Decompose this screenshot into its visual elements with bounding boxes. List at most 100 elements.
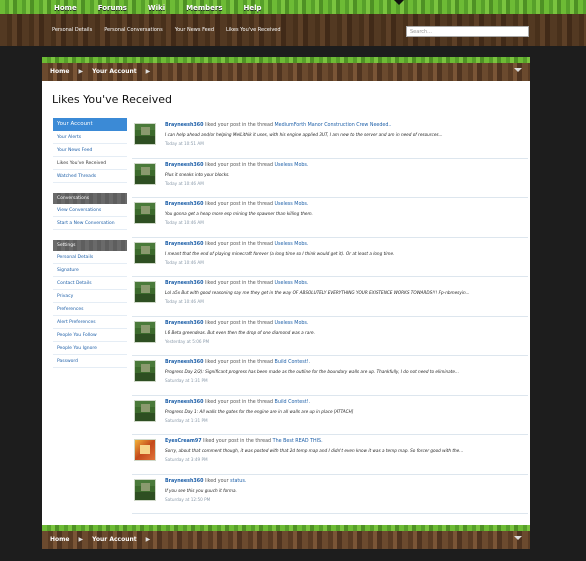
sidebar-item-people-you-follow[interactable]: People You Follow	[53, 329, 127, 342]
list-item: Brayneesh360 liked your post in the thre…	[132, 198, 528, 238]
like-timestamp: Saturday at 3:49 PM	[165, 457, 208, 462]
like-summary: Brayneesh360 liked your post in the thre…	[165, 123, 391, 128]
thread-link[interactable]: Build Contest!.	[275, 360, 311, 365]
subnav-news-feed[interactable]: Your News Feed	[175, 27, 214, 33]
thread-link[interactable]: MediumForth Manor Construction Crew Need…	[275, 123, 392, 128]
post-snippet: Lol a5x But with good reasoning say me t…	[165, 290, 470, 295]
like-summary: Brayneesh360 liked your post in the thre…	[165, 281, 308, 286]
post-snippet: I can help ahead and/or helping MelLithi…	[165, 132, 443, 137]
jump-menu-icon[interactable]	[514, 68, 522, 72]
breadcrumb-arrow-icon: ▶	[145, 68, 151, 75]
post-snippet: Progress Day 1: All walls the gates for …	[165, 408, 354, 414]
subnav-personal-details[interactable]: Personal Details	[52, 27, 92, 33]
sidebar-item-view-conversations[interactable]: View Conversations	[53, 204, 127, 217]
like-timestamp: Today at 10:46 AM	[165, 259, 204, 265]
post-snippet: You gonna get a heap more esp mining the…	[165, 211, 313, 216]
liker-username[interactable]: Brayneesh360	[165, 281, 203, 286]
avatar[interactable]	[134, 202, 156, 224]
sidebar-header-settings: Settings	[53, 240, 127, 251]
list-item: EyesCream97 liked your post in the threa…	[132, 435, 528, 475]
breadcrumb-your-account[interactable]: Your Account	[92, 536, 137, 543]
likes-feed: Brayneesh360 liked your post in the thre…	[132, 119, 528, 514]
main-panel: Home ▶ Your Account ▶ Likes You've Recei…	[42, 57, 530, 549]
like-action-text: liked your post in the thread	[204, 123, 273, 128]
sidebar-item-watched-threads[interactable]: Watched Threads	[53, 170, 127, 183]
sidebar-item-alerts[interactable]: Your Alerts	[53, 131, 127, 144]
liker-username[interactable]: Brayneesh360	[165, 400, 203, 405]
liker-username[interactable]: Brayneesh360	[165, 479, 203, 484]
liker-username[interactable]: Brayneesh360	[165, 321, 203, 326]
liker-username[interactable]: Brayneesh360	[165, 242, 203, 247]
like-timestamp: Yesterday at 5:06 PM	[165, 338, 210, 344]
avatar[interactable]	[134, 478, 156, 501]
sidebar-item-signature[interactable]: Signature	[53, 264, 127, 277]
avatar[interactable]	[134, 439, 156, 461]
list-item: Brayneesh360 liked your post in the thre…	[132, 317, 528, 356]
liker-username[interactable]: Brayneesh360	[165, 123, 203, 128]
sidebar-item-people-you-ignore[interactable]: People You Ignore	[53, 342, 127, 355]
nav-help[interactable]: Help	[244, 4, 262, 12]
liker-username[interactable]: Brayneesh360	[165, 163, 203, 168]
nav-wiki[interactable]: Wiki	[148, 4, 165, 12]
liker-username[interactable]: Brayneesh360	[165, 202, 203, 207]
thread-link[interactable]: Useless Mobs.	[275, 163, 309, 168]
breadcrumb-bar-bottom: Home ▶ Your Account ▶	[42, 525, 530, 549]
avatar[interactable]	[134, 399, 156, 422]
thread-link[interactable]: Useless Mobs.	[275, 202, 309, 207]
avatar[interactable]	[134, 360, 156, 382]
avatar[interactable]	[134, 320, 156, 343]
breadcrumb-arrow-icon: ▶	[78, 68, 84, 75]
sidebar-item-personal-details[interactable]: Personal Details	[53, 251, 127, 264]
post-snippet: Sorry, about that comment though, it was…	[165, 448, 464, 453]
like-action-text: liked your post in the thread	[204, 162, 273, 168]
list-item: Brayneesh360 liked your post in the thre…	[132, 238, 528, 277]
sidebar-item-start-conversation[interactable]: Start a New Conversation	[53, 217, 127, 230]
sidebar-item-news-feed[interactable]: Your News Feed	[53, 144, 127, 157]
post-snippet: If you see this you guuch it forma.	[165, 487, 237, 493]
breadcrumb-your-account[interactable]: Your Account	[92, 68, 137, 75]
sidebar-item-contact-details[interactable]: Contact Details	[53, 277, 127, 290]
subnav-personal-conversations[interactable]: Personal Conversations	[104, 27, 163, 33]
like-action-text: liked your	[204, 478, 229, 484]
account-sidebar: Your Account Your Alerts Your News Feed …	[53, 118, 127, 368]
avatar[interactable]	[134, 281, 156, 303]
thread-link[interactable]: Useless Mobs.	[275, 281, 309, 286]
thread-link[interactable]: The Best READ THIS.	[273, 439, 323, 444]
sidebar-item-likes-received[interactable]: Likes You've Received	[53, 157, 127, 170]
thread-link[interactable]: Useless Mobs.	[275, 242, 309, 247]
avatar[interactable]	[134, 162, 156, 185]
subnav-likes-received[interactable]: Likes You've Received	[226, 27, 281, 33]
breadcrumb: Home ▶ Your Account ▶	[50, 68, 159, 75]
thread-link[interactable]: Useless Mobs.	[275, 321, 309, 326]
sidebar-item-privacy[interactable]: Privacy	[53, 290, 127, 303]
breadcrumb-bar-top: Home ▶ Your Account ▶	[42, 57, 530, 81]
nav-members[interactable]: Members	[186, 4, 222, 12]
header-notch-icon	[394, 0, 404, 5]
nav-home[interactable]: Home	[54, 4, 77, 12]
breadcrumb-home[interactable]: Home	[50, 68, 69, 75]
like-action-text: liked your post in the thread	[204, 360, 273, 365]
sidebar-item-password[interactable]: Password	[53, 355, 127, 368]
breadcrumb-arrow-icon: ▶	[78, 536, 84, 543]
liker-username[interactable]: Brayneesh360	[165, 360, 203, 365]
like-summary: Brayneesh360 liked your status.	[165, 479, 246, 484]
post-snippet: I.6 Beta greendeas. But even then the dr…	[165, 329, 315, 335]
sidebar-item-alert-preferences[interactable]: Alert Preferences	[53, 316, 127, 329]
thread-link[interactable]: Build Contest!.	[275, 400, 311, 405]
like-summary: Brayneesh360 liked your post in the thre…	[165, 242, 308, 247]
search-input[interactable]: Search...	[406, 26, 529, 37]
thread-link[interactable]: status.	[230, 479, 246, 484]
nav-forums[interactable]: Forums	[98, 4, 127, 12]
list-item: Brayneesh360 liked your post in the thre…	[132, 159, 528, 198]
sidebar-item-preferences[interactable]: Preferences	[53, 303, 127, 316]
post-snippet: I meant that the end of playing minecraf…	[165, 250, 395, 256]
top-navigation: Home Forums Wiki Members Help	[54, 4, 283, 12]
like-action-text: liked your post in the thread	[204, 241, 273, 247]
liker-username[interactable]: EyesCream97	[165, 439, 202, 444]
sidebar-header-your-account[interactable]: Your Account	[53, 118, 127, 131]
avatar[interactable]	[134, 123, 156, 145]
post-snippet: Progress Day 2/2): Significant progress …	[165, 369, 459, 374]
breadcrumb-home[interactable]: Home	[50, 536, 69, 543]
avatar[interactable]	[134, 241, 156, 264]
jump-menu-icon[interactable]	[514, 536, 522, 540]
